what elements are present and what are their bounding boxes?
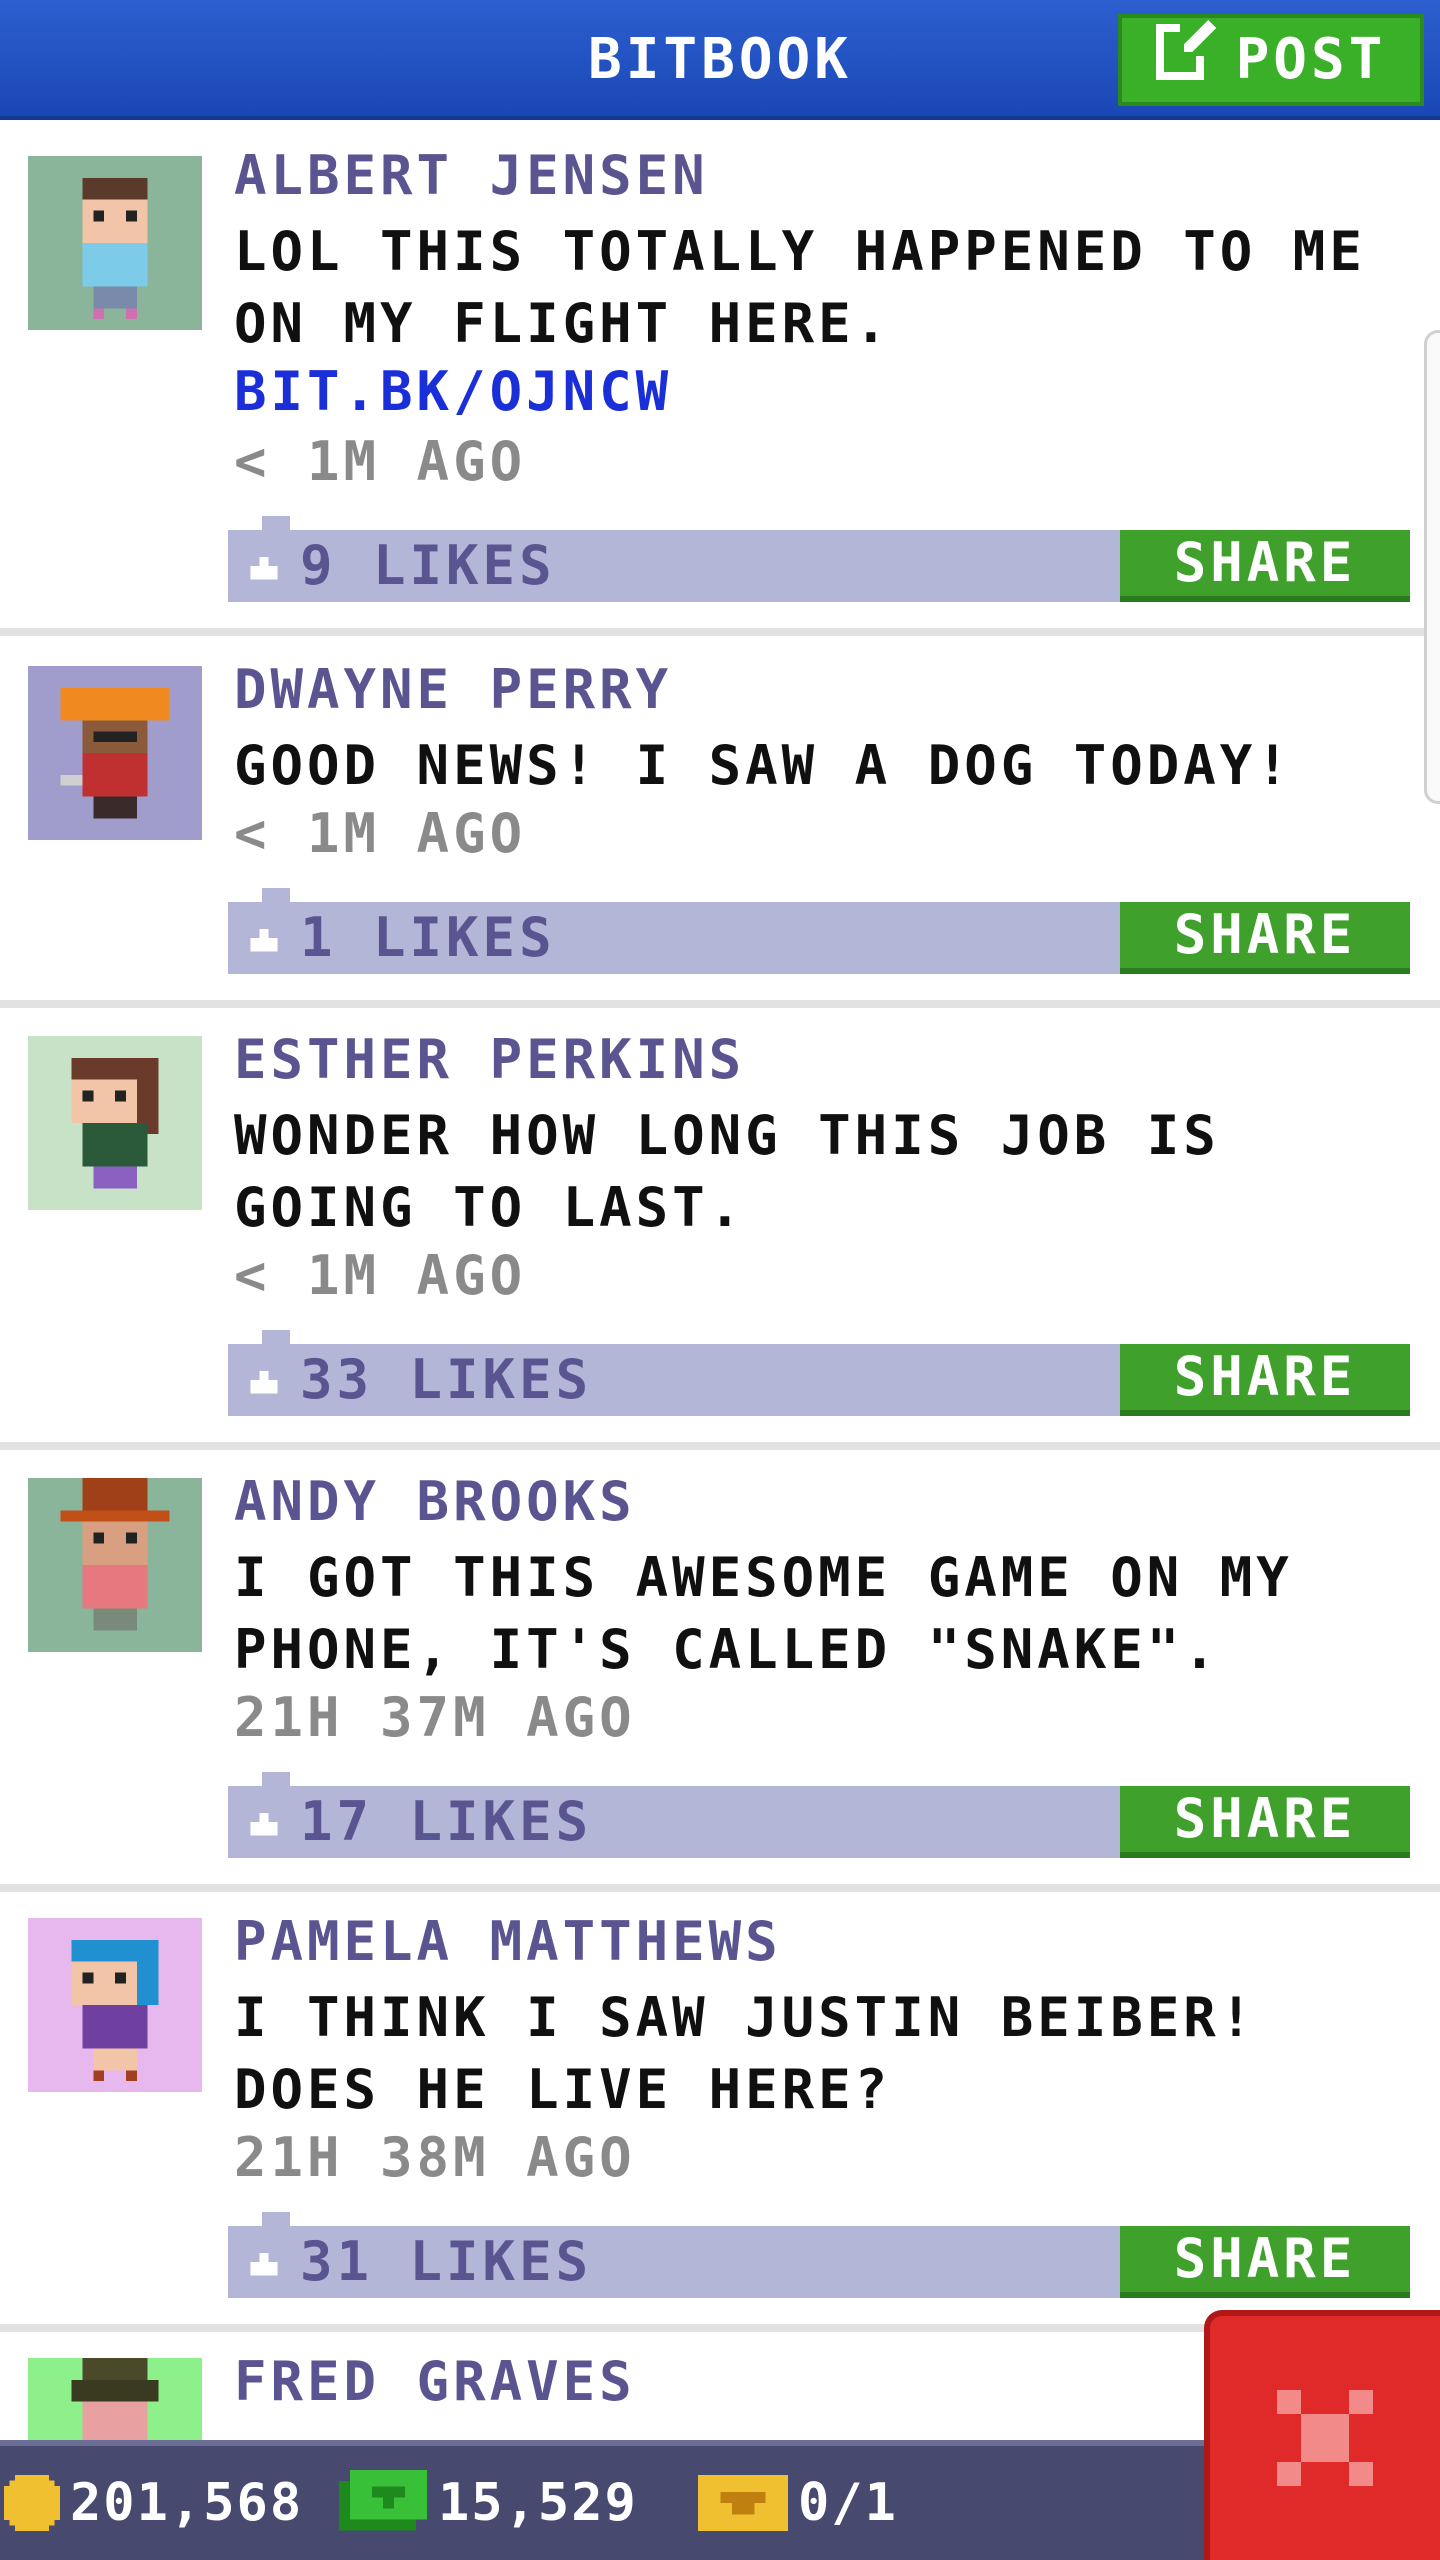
coins-value: 201,568: [70, 2473, 304, 2533]
bux-stat: 15,529: [338, 2446, 638, 2560]
post-timestamp: < 1M AGO: [234, 430, 527, 493]
post-divider: [0, 1442, 1440, 1450]
post-timestamp: < 1M AGO: [234, 1244, 527, 1307]
thumbs-up-icon: [250, 1371, 278, 1394]
post-message: I GOT THIS AWESOME GAME ON MY PHONE, IT'…: [234, 1546, 1293, 1681]
post-author[interactable]: FRED GRAVES: [234, 2350, 636, 2413]
person-icon: [28, 666, 202, 840]
likes-bar: 17 LIKES SHARE: [228, 1786, 1410, 1858]
like-button[interactable]: 1 LIKES: [246, 902, 556, 974]
post-author[interactable]: ALBERT JENSEN: [234, 144, 709, 207]
ticket-icon: [698, 2474, 788, 2532]
bux-value: 15,529: [438, 2473, 638, 2533]
share-button[interactable]: SHARE: [1120, 1786, 1410, 1858]
coin-icon: [4, 2475, 60, 2531]
post-divider: [0, 628, 1440, 636]
likes-count: 31 LIKES: [300, 2230, 593, 2293]
thumbs-up-icon: [250, 929, 278, 952]
avatar: [28, 1478, 202, 1652]
post-author[interactable]: ESTHER PERKINS: [234, 1028, 745, 1091]
coins-stat: 201,568: [4, 2446, 303, 2560]
share-button[interactable]: SHARE: [1120, 1344, 1410, 1416]
thumbs-up-icon: [250, 557, 278, 580]
like-button[interactable]: 33 LIKES: [246, 1344, 592, 1416]
likes-bar: 1 LIKES SHARE: [228, 902, 1410, 974]
post-divider: [0, 1884, 1440, 1892]
person-icon: [28, 1478, 202, 1652]
post-link[interactable]: BIT.BK/OJNCW: [234, 360, 672, 423]
app-header: BITBOOK POST: [0, 0, 1440, 120]
likes-count: 33 LIKES: [300, 1348, 593, 1411]
post-message: LOL THIS TOTALLY HAPPENED TO ME ON MY FL…: [234, 220, 1366, 355]
avatar: [28, 1918, 202, 2092]
tickets-value: 0/1: [798, 2473, 898, 2533]
share-button[interactable]: SHARE: [1120, 902, 1410, 974]
avatar: [28, 1036, 202, 1210]
close-icon: [1277, 2390, 1373, 2486]
post-author[interactable]: ANDY BROOKS: [234, 1470, 636, 1533]
like-button[interactable]: 31 LIKES: [246, 2226, 592, 2298]
avatar: [28, 156, 202, 330]
tickets-stat: 0/1: [698, 2446, 898, 2560]
likes-bar: 33 LIKES SHARE: [228, 1344, 1410, 1416]
like-button[interactable]: 17 LIKES: [246, 1786, 592, 1858]
person-icon: [28, 1918, 202, 2092]
post-button[interactable]: POST: [1118, 14, 1424, 106]
post-message: WONDER HOW LONG THIS JOB IS GOING TO LAS…: [234, 1104, 1220, 1239]
post-button-label: POST: [1235, 27, 1387, 92]
thumbs-up-icon: [250, 2253, 278, 2276]
scrollbar[interactable]: [1424, 330, 1440, 804]
share-button[interactable]: SHARE: [1120, 530, 1410, 602]
likes-bar: 9 LIKES SHARE: [228, 530, 1410, 602]
post-divider: [0, 1000, 1440, 1008]
post-message: I THINK I SAW JUSTIN BEIBER! DOES HE LIV…: [234, 1986, 1257, 2121]
bux-icon: [339, 2470, 427, 2531]
likes-count: 9 LIKES: [300, 534, 556, 597]
post-author[interactable]: PAMELA MATTHEWS: [234, 1910, 782, 1973]
likes-count: 1 LIKES: [300, 906, 556, 969]
person-icon: [28, 1036, 202, 1210]
share-button[interactable]: SHARE: [1120, 2226, 1410, 2298]
likes-bar: 31 LIKES SHARE: [228, 2226, 1410, 2298]
avatar: [28, 666, 202, 840]
post-timestamp: < 1M AGO: [234, 802, 527, 865]
likes-count: 17 LIKES: [300, 1790, 593, 1853]
post-timestamp: 21H 37M AGO: [234, 1686, 636, 1749]
post-timestamp: 21H 38M AGO: [234, 2126, 636, 2189]
close-button[interactable]: [1204, 2310, 1440, 2560]
person-icon: [28, 156, 202, 330]
post-author[interactable]: DWAYNE PERRY: [234, 658, 672, 721]
like-button[interactable]: 9 LIKES: [246, 530, 556, 602]
post-message: GOOD NEWS! I SAW A DOG TODAY!: [234, 734, 1293, 797]
thumbs-up-icon: [250, 1813, 278, 1836]
compose-icon: [1155, 16, 1220, 104]
